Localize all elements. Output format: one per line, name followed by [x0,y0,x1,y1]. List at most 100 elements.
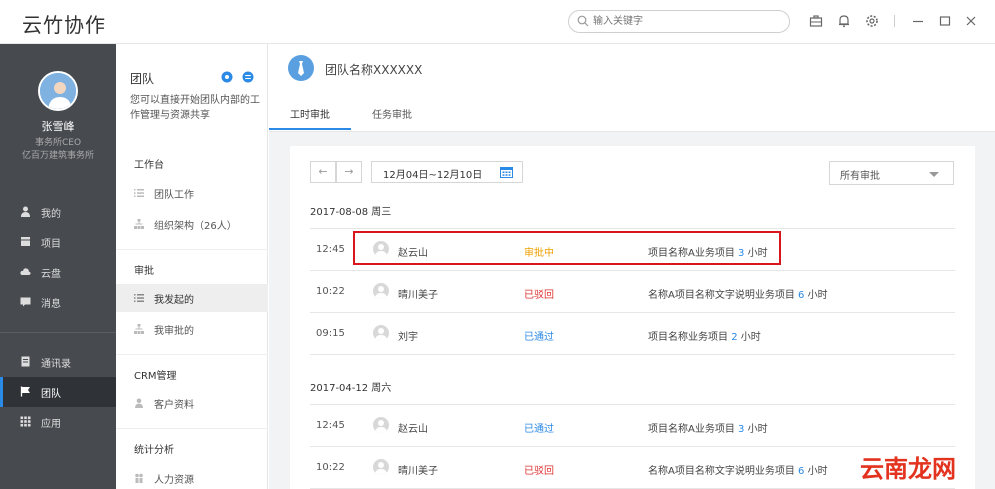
sidebar-item-team[interactable]: 团队 [0,377,116,407]
user-avatar-icon [375,462,387,475]
panel-item-to-approve[interactable]: 我审批的 [116,315,268,343]
close-icon[interactable] [964,14,978,28]
sidebar-item-label: 团队 [41,389,61,400]
main-content: 团队名称XXXXXX 工时审批 任务审批 ← → 12月04日~12月10日 所… [269,44,995,489]
date-range-picker[interactable]: 12月04日~12月10日 [371,161,523,183]
user-title: 事务所CEO [34,138,82,148]
toolbar-divider [894,15,895,27]
section-title-crm: CRM管理 [134,371,177,382]
avatar[interactable] [38,71,78,111]
row-time: 10:22 [316,286,345,297]
row-time: 12:45 [316,244,345,255]
section-divider [116,354,268,355]
row-desc-text: 项目名称A业务项目 [648,424,735,435]
panel-item-label: 我审批的 [154,326,194,337]
menu-icon[interactable] [242,71,254,83]
panel-item-label: 人力资源 [154,475,194,486]
panel-item-org-structure[interactable]: 组织架构（26人） [116,210,268,238]
sidebar-item-label: 项目 [41,239,61,250]
briefcase-icon[interactable] [809,14,823,28]
row-hours: 6 [798,466,805,477]
sidebar-item-messages[interactable]: 消息 [0,287,116,317]
minimize-icon[interactable] [911,14,925,28]
message-icon [20,297,31,307]
title-bar: 云竹协作 [0,0,995,44]
status-badge: 已通过 [524,332,554,343]
sidebar-item-label: 消息 [41,299,61,310]
next-week-button[interactable]: → [336,161,362,183]
sidebar-item-projects[interactable]: 项目 [0,227,116,257]
status-badge: 已驳回 [524,466,554,477]
avatar [373,283,389,299]
status-badge: 已通过 [524,424,554,435]
calendar-icon[interactable] [500,166,513,178]
person-icon [21,206,30,217]
sidebar-item-mine[interactable]: 我的 [0,197,116,227]
user-avatar-icon [375,420,387,433]
search-icon [577,15,589,27]
table-row[interactable]: 10:22 晴川美子 已驳回 名称A项目名称文字说明业务项目 6 小时 [310,447,955,489]
search-box[interactable] [568,10,790,33]
user-avatar-icon [375,286,387,299]
row-time: 12:45 [316,420,345,431]
prev-week-button[interactable]: ← [310,161,336,183]
panel-item-label: 客户资料 [154,400,194,411]
chevron-down-icon [929,172,939,177]
user-avatar-icon [375,328,387,341]
row-description: 名称A项目名称文字说明业务项目 6 小时 [648,286,828,301]
project-icon [21,237,30,246]
person-icon [135,398,143,408]
row-time: 10:22 [316,462,345,473]
approval-filter-select[interactable]: 所有审批 [829,161,954,185]
team-panel-heading: 团队 [130,72,155,86]
settings-icon[interactable] [221,71,233,83]
tie-icon [298,61,304,76]
status-badge: 已驳回 [524,290,554,301]
approval-list-card: ← → 12月04日~12月10日 所有审批 2017-08-08 周三 12:… [290,146,975,489]
people-icon [135,473,143,483]
bell-icon[interactable] [837,14,851,28]
panel-item-team-work[interactable]: 团队工作 [116,179,268,207]
sidebar-item-apps[interactable]: 应用 [0,407,116,437]
tab-hours-approval[interactable]: 工时审批 [290,106,330,121]
search-input[interactable] [593,13,783,30]
contacts-icon [21,356,30,367]
table-row[interactable]: 09:15 刘宇 已通过 项目名称业务项目 2 小时 [310,313,955,355]
avatar [373,417,389,433]
highlight-box [353,231,781,265]
sidebar-item-label: 我的 [41,209,61,220]
table-row[interactable]: 10:22 晴川美子 已驳回 名称A项目名称文字说明业务项目 6 小时 [310,271,955,313]
row-name: 晴川美子 [398,466,438,477]
row-unit: 小时 [807,290,828,301]
sidebar-item-contacts[interactable]: 通讯录 [0,347,116,377]
sidebar-item-cloud[interactable]: 云盘 [0,257,116,287]
table-row[interactable]: 12:45 赵云山 已通过 项目名称A业务项目 3 小时 [310,405,955,447]
avatar [373,459,389,475]
sidebar-item-label: 云盘 [41,269,61,280]
section-title-approval: 审批 [134,266,154,277]
row-name: 晴川美子 [398,290,438,301]
watermark-logo: 云南龙网 [860,455,956,483]
maximize-icon[interactable] [938,14,952,28]
row-hours: 3 [738,424,745,435]
row-unit: 小时 [740,332,761,343]
row-description: 名称A项目名称文字说明业务项目 6 小时 [648,462,828,477]
tab-task-approval[interactable]: 任务审批 [372,106,412,121]
app-title: 云竹协作 [22,13,106,37]
team-name: 团队名称XXXXXX [325,63,423,77]
team-panel: 团队 您可以直接开始团队内部的工作管理与资源共享 工作台 团队工作 组织架构（2… [116,44,268,489]
panel-item-hr[interactable]: 人力资源 [116,464,268,489]
section-divider [116,428,268,429]
gear-icon[interactable] [865,14,879,28]
group-date: 2017-04-12 周六 [310,383,392,394]
panel-item-initiated[interactable]: 我发起的 [116,284,268,312]
list-icon [134,294,144,302]
row-desc-text: 项目名称业务项目 [648,332,728,343]
row-time: 09:15 [316,328,345,339]
row-unit: 小时 [747,424,768,435]
panel-item-label: 我发起的 [154,295,194,306]
panel-item-customers[interactable]: 客户资料 [116,389,268,417]
avatar [373,325,389,341]
active-tab-underline [269,128,351,130]
team-header: 团队名称XXXXXX 工时审批 任务审批 [269,44,995,132]
